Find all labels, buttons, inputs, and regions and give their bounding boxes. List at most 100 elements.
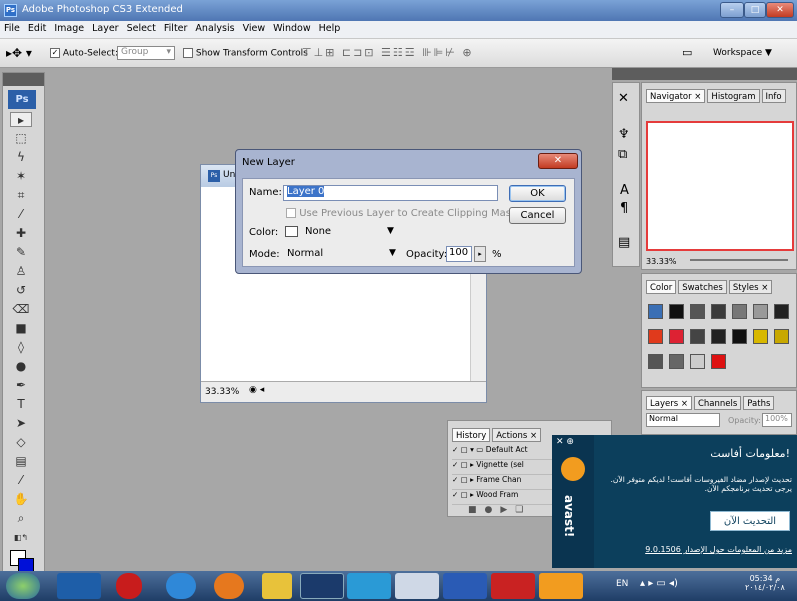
opacity-arrow-button[interactable]: ▸ [474, 246, 486, 262]
style-swatch[interactable] [690, 304, 705, 319]
navigator-zoom-slider[interactable] [690, 259, 788, 261]
marquee-tool-icon[interactable]: ⬚ [10, 131, 32, 146]
start-button[interactable] [6, 573, 40, 599]
pen-tool-icon[interactable]: ✒ [10, 378, 32, 393]
align-buttons[interactable]: ⊤⊥⊞ ⊏⊐⊡ ☰☷☲ ⊪⊫⊬ ⊕ [302, 46, 474, 59]
layers-tab-2[interactable]: Paths [743, 396, 775, 410]
healing-brush-tool-icon[interactable]: ✚ [10, 226, 32, 241]
slice-tool-icon[interactable]: ⁄ [10, 207, 32, 222]
move-tool-icon[interactable]: ▸ [10, 112, 32, 127]
tray-icons[interactable]: ▴ ▸ ▭ ◂) [640, 578, 678, 589]
menu-item-view[interactable]: View [239, 21, 270, 34]
taskbar-app-explorer[interactable] [395, 573, 439, 599]
clipping-mask-option[interactable]: Use Previous Layer to Create Clipping Ma… [286, 208, 517, 219]
taskbar-app-firefox[interactable] [214, 573, 244, 599]
taskbar-app-avast[interactable] [539, 573, 583, 599]
style-swatch[interactable] [774, 329, 789, 344]
brushes-panel-icon[interactable]: ♆ [618, 127, 630, 142]
cancel-button[interactable]: Cancel [509, 207, 566, 224]
layer-comps-panel-icon[interactable]: ▤ [618, 235, 630, 250]
checkbox-icon[interactable] [286, 208, 296, 218]
show-transform-option[interactable]: Show Transform Controls [183, 48, 308, 59]
menu-item-layer[interactable]: Layer [88, 21, 123, 34]
notes-tool-icon[interactable]: ▤ [10, 454, 32, 469]
actions-controls[interactable]: ■●▶❑ [468, 505, 531, 515]
avast-more-info-link[interactable]: مزيد من المعلومات حول الإصدار 9.0.1506 [600, 545, 792, 554]
taskbar-app-media[interactable] [57, 573, 101, 599]
style-swatch[interactable] [732, 329, 747, 344]
minimize-button[interactable]: – [720, 2, 744, 18]
default-colors-icon[interactable]: ◧↰ [10, 530, 32, 545]
zoom-tool-icon[interactable]: ⌕ [10, 511, 32, 526]
dialog-close-button[interactable]: ✕ [538, 153, 578, 169]
blend-mode-dropdown[interactable]: Normal [646, 413, 720, 427]
action-row[interactable]: ✓ ▢ ▸ Frame Chan [452, 475, 562, 490]
brush-tool-icon[interactable]: ✎ [10, 245, 32, 260]
workspace-icon[interactable]: ▭ [682, 46, 692, 59]
close-icon[interactable]: ✕ ⊕ [556, 437, 574, 447]
menu-item-image[interactable]: Image [50, 21, 88, 34]
history-tab-1[interactable]: Actions × [492, 428, 542, 442]
style-swatch[interactable] [711, 354, 726, 369]
taskbar-app-acrobat[interactable] [491, 573, 535, 599]
style-swatch[interactable] [648, 354, 663, 369]
checkbox-icon[interactable] [183, 48, 193, 58]
layers-opacity-input[interactable]: 100% [762, 413, 792, 427]
eyedropper-tool-icon[interactable]: ⁄ [10, 473, 32, 488]
magic-wand-tool-icon[interactable]: ✶ [10, 169, 32, 184]
blur-tool-icon[interactable]: ◊ [10, 340, 32, 355]
navigator-tab-0[interactable]: Navigator × [646, 89, 706, 103]
workspace-menu[interactable]: Workspace ▼ [713, 48, 772, 58]
styles-tab-2[interactable]: Styles × [728, 280, 773, 294]
color-select[interactable]: None ▼ [283, 224, 398, 240]
style-swatch[interactable] [711, 329, 726, 344]
tools-panel-icon[interactable]: ✕ [618, 91, 629, 106]
style-swatch[interactable] [732, 304, 747, 319]
toolbox-grip[interactable] [3, 73, 44, 86]
mode-select[interactable]: Normal ▼ [283, 246, 401, 262]
status-info-icon[interactable]: ◉ ◂ [249, 385, 264, 395]
style-swatch[interactable] [669, 329, 684, 344]
dodge-tool-icon[interactable]: ● [10, 359, 32, 374]
clock[interactable]: 05:34 م ٢٠١٤/٠٢/٠٨ [745, 574, 785, 592]
shape-tool-icon[interactable]: ◇ [10, 435, 32, 450]
type-tool-icon[interactable]: T [10, 397, 32, 412]
style-swatch[interactable] [648, 304, 663, 319]
auto-select-dropdown[interactable]: Group ▾ [117, 46, 175, 60]
clone-stamp-tool-icon[interactable]: ♙ [10, 264, 32, 279]
navigator-tab-1[interactable]: Histogram [707, 89, 760, 103]
style-swatch[interactable] [648, 329, 663, 344]
menu-item-analysis[interactable]: Analysis [191, 21, 238, 34]
style-swatch[interactable] [690, 354, 705, 369]
crop-tool-icon[interactable]: ⌗ [10, 188, 32, 203]
move-tool-icon[interactable]: ▸✥ ▾ [6, 46, 32, 60]
menu-item-filter[interactable]: Filter [160, 21, 192, 34]
action-row[interactable]: ✓ ▢ ▸ Wood Fram [452, 490, 562, 505]
avast-update-button[interactable]: التحديث الآن [710, 511, 790, 531]
character-panel-icon[interactable]: A [620, 183, 629, 198]
checkbox-icon[interactable]: ✓ [50, 48, 60, 58]
language-indicator[interactable]: EN [616, 579, 628, 589]
menu-item-edit[interactable]: Edit [24, 21, 50, 34]
close-button[interactable]: ✕ [766, 2, 794, 18]
opacity-input[interactable]: 100 [446, 246, 472, 262]
menu-item-select[interactable]: Select [123, 21, 160, 34]
menu-item-window[interactable]: Window [269, 21, 314, 34]
navigator-tab-2[interactable]: Info [761, 89, 786, 103]
taskbar-app-ie[interactable] [166, 573, 196, 599]
style-swatch[interactable] [669, 304, 684, 319]
gradient-tool-icon[interactable]: ■ [10, 321, 32, 336]
menu-item-help[interactable]: Help [315, 21, 345, 34]
style-swatch[interactable] [669, 354, 684, 369]
history-tab-0[interactable]: History [452, 428, 491, 442]
taskbar-app-word[interactable] [443, 573, 487, 599]
taskbar-app-photoshop[interactable] [300, 573, 344, 599]
taskbar-app-skype[interactable] [347, 573, 391, 599]
maximize-button[interactable]: □ [744, 2, 766, 18]
paragraph-panel-icon[interactable]: ¶ [620, 201, 628, 216]
layer-name-input[interactable]: Layer 0 [283, 185, 498, 201]
menu-item-file[interactable]: File [0, 21, 24, 34]
navigator-preview[interactable] [646, 121, 794, 251]
layers-tab-0[interactable]: Layers × [646, 396, 692, 410]
lasso-tool-icon[interactable]: ϟ [10, 150, 32, 165]
